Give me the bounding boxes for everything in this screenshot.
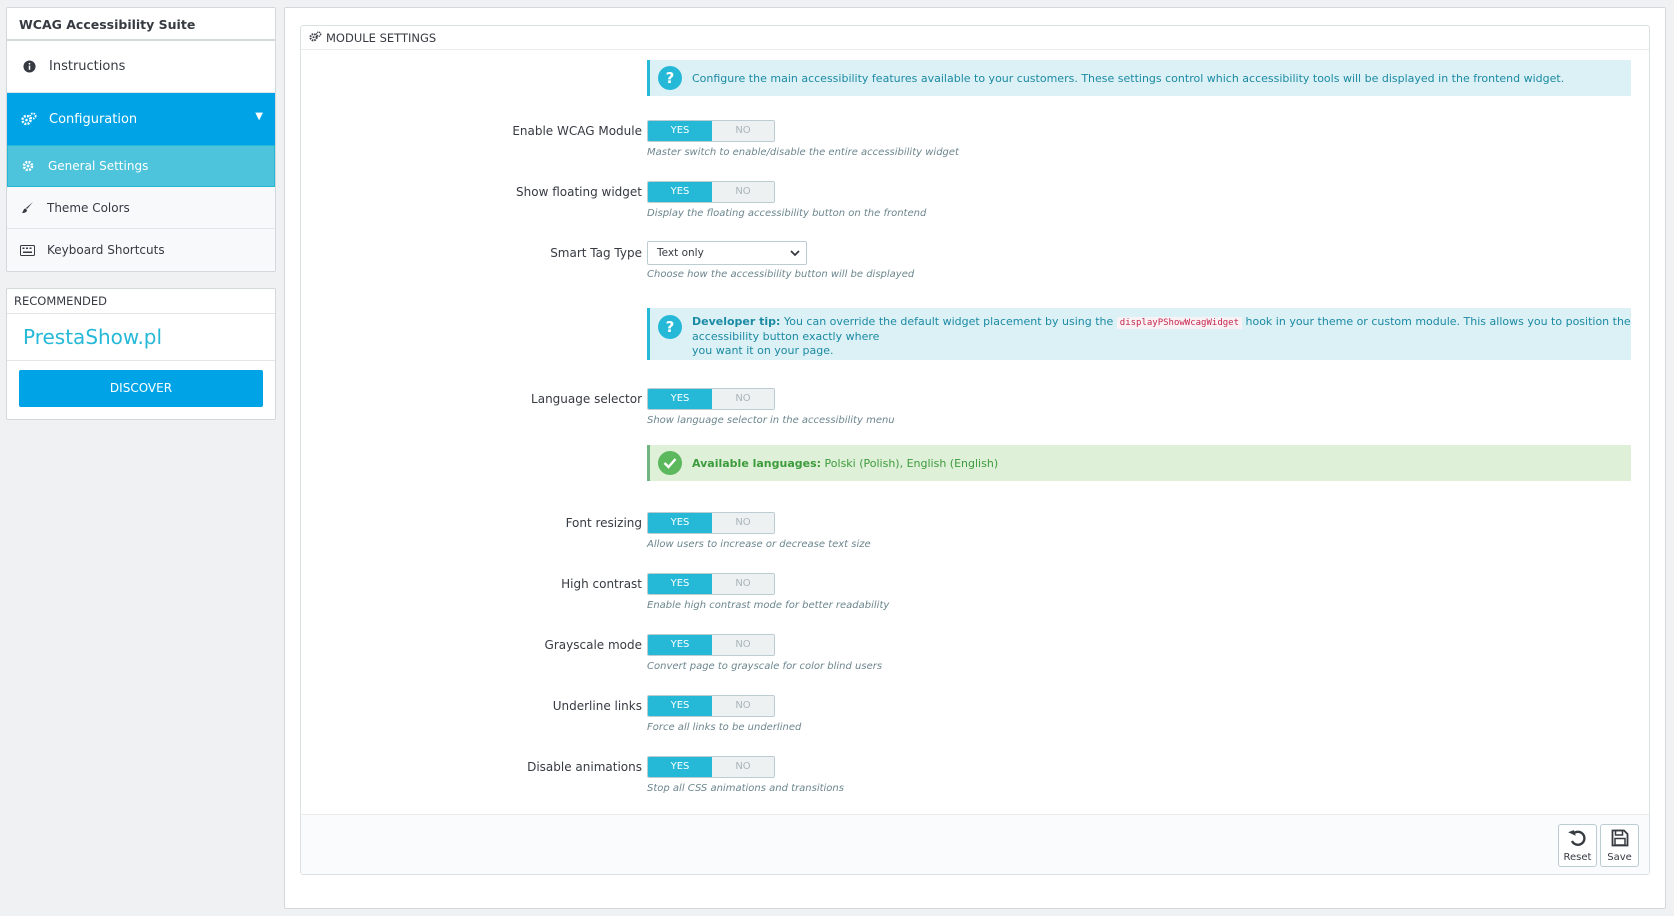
high-contrast-toggle[interactable]: YES NO <box>647 573 775 595</box>
smart-tag-selected-value: Text only <box>657 247 704 259</box>
toggle-yes[interactable]: YES <box>648 182 712 202</box>
toggle-no[interactable]: NO <box>712 574 774 594</box>
developer-tip-text: Developer tip: You can override the defa… <box>692 315 1631 358</box>
sidebar-item-label: Configuration <box>49 111 138 127</box>
gear-icon <box>20 160 36 172</box>
brush-icon <box>19 201 35 214</box>
chevron-down-icon <box>790 242 800 264</box>
reset-label: Reset <box>1563 851 1592 863</box>
grayscale-help: Convert page to grayscale for color blin… <box>647 661 883 672</box>
available-languages-bold: Available languages: <box>692 456 822 470</box>
floating-widget-toggle[interactable]: YES NO <box>647 181 775 203</box>
smart-tag-help: Choose how the accessibility button will… <box>647 269 915 280</box>
sidebar-title: WCAG Accessibility Suite <box>7 8 275 41</box>
keyboard-icon <box>19 244 35 256</box>
toggle-no[interactable]: NO <box>712 182 774 202</box>
sidebar-subitem-label: General Settings <box>48 159 149 173</box>
floating-widget-label: Show floating widget <box>516 185 642 199</box>
caret-down-icon: ▼ <box>255 111 263 122</box>
hook-code: displayPShowWcagWidget <box>1116 317 1242 329</box>
toggle-no[interactable]: NO <box>712 757 774 777</box>
save-label: Save <box>1607 851 1632 863</box>
sidebar-subitem-keyboard-shortcuts[interactable]: Keyboard Shortcuts <box>7 229 275 271</box>
toggle-yes[interactable]: YES <box>648 757 712 777</box>
grayscale-label: Grayscale mode <box>544 638 642 652</box>
toggle-yes[interactable]: YES <box>648 696 712 716</box>
smart-tag-select[interactable]: Text only <box>647 241 807 265</box>
sidebar-subitem-general-settings[interactable]: General Settings <box>7 145 275 187</box>
disable-animations-label: Disable animations <box>527 760 642 774</box>
panel-footer: Reset Save <box>301 814 1649 874</box>
sidebar-subitem-theme-colors[interactable]: Theme Colors <box>7 187 275 229</box>
developer-tip-before: You can override the default widget plac… <box>780 315 1117 328</box>
sidebar-nav-panel: WCAG Accessibility Suite Instructions Co… <box>6 7 276 272</box>
high-contrast-help: Enable high contrast mode for better rea… <box>647 600 890 611</box>
panel-title: MODULE SETTINGS <box>326 30 437 45</box>
reset-button[interactable]: Reset <box>1558 824 1597 867</box>
toggle-no[interactable]: NO <box>712 121 774 141</box>
toggle-yes[interactable]: YES <box>648 513 712 533</box>
intro-alert-text: Configure the main accessibility feature… <box>692 71 1565 85</box>
developer-tip-alert: ? Developer tip: You can override the de… <box>647 308 1631 360</box>
panel-header: MODULE SETTINGS <box>301 26 1649 50</box>
sidebar: WCAG Accessibility Suite Instructions Co… <box>6 7 276 420</box>
language-selector-toggle[interactable]: YES NO <box>647 388 775 410</box>
sidebar-item-label: Instructions <box>49 59 126 74</box>
recommended-panel: RECOMMENDED PrestaShow.pl DISCOVER <box>6 288 276 420</box>
disable-animations-toggle[interactable]: YES NO <box>647 756 775 778</box>
toggle-no[interactable]: NO <box>712 696 774 716</box>
gears-icon <box>21 112 37 126</box>
recommended-heading: RECOMMENDED <box>7 289 275 314</box>
toggle-no[interactable]: NO <box>712 389 774 409</box>
available-languages-text: Available languages: Polski (Polish), En… <box>692 457 998 470</box>
underline-links-toggle[interactable]: YES NO <box>647 695 775 717</box>
enable-wcag-help: Master switch to enable/disable the enti… <box>647 147 959 158</box>
language-selector-label: Language selector <box>531 392 642 406</box>
recommended-brand-link[interactable]: PrestaShow.pl <box>7 314 275 361</box>
sidebar-subitem-label: Keyboard Shortcuts <box>47 243 165 257</box>
high-contrast-label: High contrast <box>561 577 642 591</box>
disable-animations-help: Stop all CSS animations and transitions <box>647 783 844 794</box>
undo-icon <box>1567 829 1588 852</box>
sidebar-item-configuration[interactable]: Configuration ▼ <box>7 93 275 145</box>
main-panel: MODULE SETTINGS ? Configure the main acc… <box>284 7 1666 909</box>
underline-links-help: Force all links to be underlined <box>647 722 802 733</box>
font-resizing-help: Allow users to increase or decrease text… <box>647 539 871 550</box>
available-languages-alert: Available languages: Polski (Polish), En… <box>647 445 1631 481</box>
font-resizing-toggle[interactable]: YES NO <box>647 512 775 534</box>
enable-wcag-label: Enable WCAG Module <box>512 124 642 138</box>
smart-tag-label: Smart Tag Type <box>550 246 642 260</box>
module-settings-panel: MODULE SETTINGS ? Configure the main acc… <box>300 25 1650 875</box>
question-circle-icon: ? <box>658 66 682 90</box>
font-resizing-label: Font resizing <box>565 516 642 530</box>
toggle-no[interactable]: NO <box>712 635 774 655</box>
discover-button[interactable]: DISCOVER <box>19 370 263 407</box>
toggle-yes[interactable]: YES <box>648 635 712 655</box>
save-button[interactable]: Save <box>1600 824 1639 867</box>
info-circle-icon <box>21 60 37 73</box>
intro-info-alert: ? Configure the main accessibility featu… <box>647 60 1631 96</box>
language-selector-help: Show language selector in the accessibil… <box>647 415 895 426</box>
floppy-disk-icon <box>1611 829 1629 852</box>
underline-links-label: Underline links <box>552 699 642 713</box>
developer-tip-bold: Developer tip: <box>692 315 781 328</box>
grayscale-toggle[interactable]: YES NO <box>647 634 775 656</box>
gears-icon <box>309 26 322 50</box>
toggle-yes[interactable]: YES <box>648 121 712 141</box>
toggle-yes[interactable]: YES <box>648 574 712 594</box>
enable-wcag-toggle[interactable]: YES NO <box>647 120 775 142</box>
check-circle-icon <box>658 451 682 475</box>
sidebar-item-instructions[interactable]: Instructions <box>7 41 275 93</box>
floating-widget-help: Display the floating accessibility butto… <box>647 208 927 219</box>
question-circle-icon: ? <box>658 315 682 339</box>
toggle-no[interactable]: NO <box>712 513 774 533</box>
toggle-yes[interactable]: YES <box>648 389 712 409</box>
developer-tip-line2: you want it on your page. <box>692 344 834 357</box>
available-languages-list: Polski (Polish), English (English) <box>821 456 999 470</box>
sidebar-subitem-label: Theme Colors <box>47 200 130 215</box>
